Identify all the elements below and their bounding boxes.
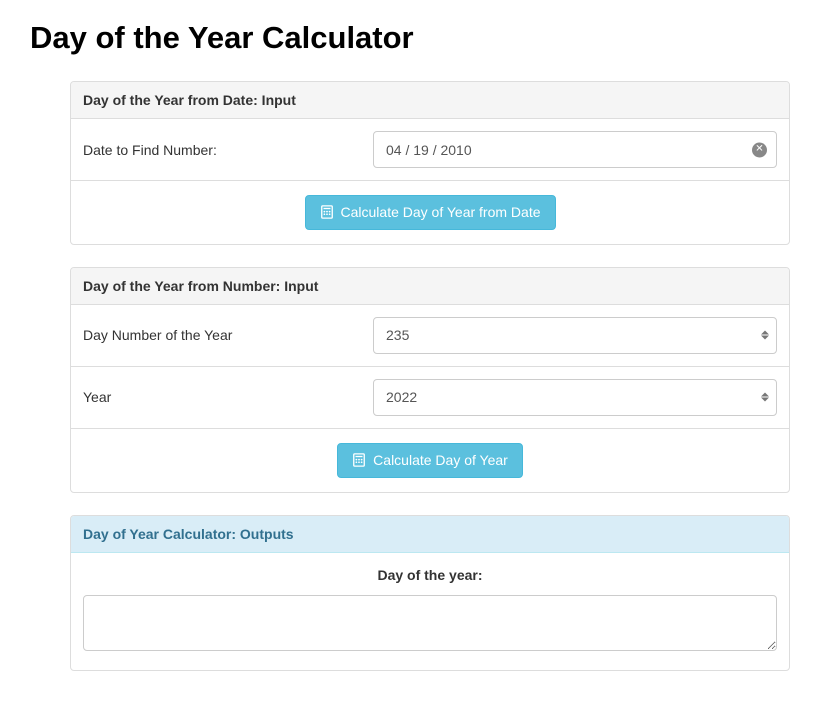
panel-outputs-heading: Day of Year Calculator: Outputs	[71, 516, 789, 553]
date-input[interactable]	[373, 131, 777, 168]
chevron-up-icon[interactable]	[761, 393, 769, 397]
panel-from-number-heading: Day of the Year from Number: Input	[71, 268, 789, 305]
panel-from-date: Day of the Year from Date: Input Date to…	[70, 81, 790, 245]
output-label: Day of the year:	[71, 553, 789, 589]
chevron-down-icon[interactable]	[761, 398, 769, 402]
panel-outputs: Day of Year Calculator: Outputs Day of t…	[70, 515, 790, 671]
row-year: Year	[71, 367, 789, 429]
calculate-from-number-label: Calculate Day of Year	[373, 452, 508, 469]
year-input[interactable]	[373, 379, 777, 416]
chevron-down-icon[interactable]	[761, 336, 769, 340]
page-title: Day of the Year Calculator	[30, 20, 805, 56]
calculate-from-date-button[interactable]: Calculate Day of Year from Date	[305, 195, 556, 230]
daynum-stepper[interactable]	[761, 331, 769, 340]
clear-date-icon[interactable]: ✕	[752, 142, 767, 157]
row-day-number: Day Number of the Year	[71, 305, 789, 367]
row-date-to-find: Date to Find Number: ✕	[71, 119, 789, 181]
year-label: Year	[83, 389, 373, 405]
calculate-from-date-label: Calculate Day of Year from Date	[341, 204, 541, 221]
calculator-icon	[320, 205, 334, 219]
calculate-from-number-button[interactable]: Calculate Day of Year	[337, 443, 523, 478]
date-label: Date to Find Number:	[83, 142, 373, 158]
panel-from-date-heading: Day of the Year from Date: Input	[71, 82, 789, 119]
panel-from-number: Day of the Year from Number: Input Day N…	[70, 267, 790, 493]
calculator-icon	[352, 453, 366, 467]
daynum-input[interactable]	[373, 317, 777, 354]
year-stepper[interactable]	[761, 393, 769, 402]
chevron-up-icon[interactable]	[761, 331, 769, 335]
output-textarea[interactable]	[83, 595, 777, 651]
daynum-label: Day Number of the Year	[83, 327, 373, 343]
